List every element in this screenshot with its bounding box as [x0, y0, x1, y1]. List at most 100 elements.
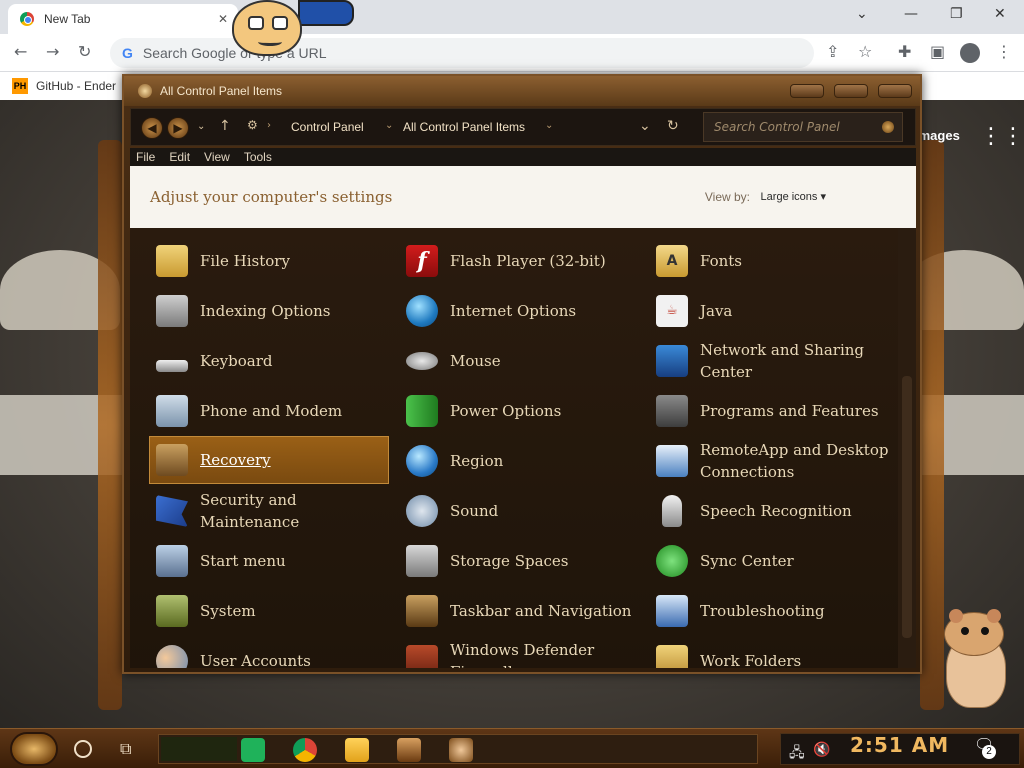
- cp-scrollbar-thumb[interactable]: [902, 376, 912, 638]
- cp-item-fonts[interactable]: A Fonts: [650, 238, 890, 284]
- sticky-notes-app-icon[interactable]: [241, 738, 265, 762]
- cp-up-arrow-icon[interactable]: ↑: [219, 118, 231, 134]
- mascot-mouth: [258, 38, 282, 46]
- mascot-eye-right: [272, 16, 288, 30]
- game-app-icon[interactable]: [397, 738, 421, 762]
- sound-icon: [406, 495, 438, 527]
- volume-muted-tray-icon[interactable]: 🔇: [813, 742, 830, 758]
- speech-recognition-icon: [662, 495, 682, 527]
- cortana-circle-icon[interactable]: [74, 740, 92, 758]
- tab-close-icon[interactable]: ✕: [218, 12, 228, 26]
- bookmark-star-icon[interactable]: ☆: [858, 42, 872, 61]
- back-arrow-icon[interactable]: ←: [14, 42, 27, 61]
- cp-item-user-accounts[interactable]: User Accounts: [150, 638, 390, 668]
- cp-scrollbar[interactable]: [898, 228, 916, 668]
- menu-view[interactable]: View: [204, 150, 230, 164]
- cp-item-windows-defender[interactable]: Windows Defender Firewall: [400, 638, 640, 668]
- forward-arrow-icon[interactable]: →: [46, 42, 59, 61]
- cp-item-file-history[interactable]: File History: [150, 238, 390, 284]
- cp-item-region[interactable]: Region: [400, 438, 640, 484]
- hamster-mascot: [940, 609, 1010, 708]
- cp-item-security-maintenance[interactable]: Security and Maintenance: [150, 488, 390, 534]
- cp-item-label: Mouse: [450, 352, 501, 370]
- taskbar-navigation-icon: [406, 595, 438, 627]
- reload-icon[interactable]: ↻: [78, 42, 91, 61]
- cp-item-taskbar-navigation[interactable]: Taskbar and Navigation: [400, 588, 640, 634]
- cp-back-icon[interactable]: ◀: [141, 117, 163, 139]
- cp-search-input[interactable]: [714, 120, 874, 134]
- cp-close-button[interactable]: [878, 84, 912, 98]
- start-button[interactable]: [10, 732, 58, 766]
- breadcrumb-all-items[interactable]: All Control Panel Items: [403, 120, 525, 134]
- breadcrumb-separator-icon[interactable]: ⌄: [385, 120, 393, 131]
- cp-item-system[interactable]: System: [150, 588, 390, 634]
- gear-frame-left: [98, 140, 122, 710]
- cp-item-keyboard[interactable]: Keyboard: [150, 338, 390, 384]
- file-explorer-app-icon[interactable]: [345, 738, 369, 762]
- cp-item-network-sharing[interactable]: Network and Sharing Center: [650, 338, 890, 384]
- breadcrumb-control-panel[interactable]: Control Panel: [291, 120, 364, 134]
- cp-search-box[interactable]: [703, 112, 903, 142]
- cp-forward-icon[interactable]: ▶: [167, 117, 189, 139]
- cp-item-remoteapp[interactable]: RemoteApp and Desktop Connections: [650, 438, 890, 484]
- browser-tab-title: New Tab: [44, 12, 91, 26]
- power-options-icon: [406, 395, 438, 427]
- cp-item-flash-player[interactable]: f Flash Player (32-bit): [400, 238, 640, 284]
- cp-item-indexing-options[interactable]: Indexing Options: [150, 288, 390, 334]
- menu-tools[interactable]: Tools: [244, 150, 272, 164]
- view-by-dropdown[interactable]: Large icons: [761, 190, 826, 203]
- taskbar-search-area[interactable]: [161, 737, 237, 761]
- address-history-chevron-icon[interactable]: ⌄: [639, 118, 651, 134]
- profile-avatar-icon[interactable]: [960, 43, 980, 63]
- restore-window-icon[interactable]: ❐: [950, 6, 963, 22]
- cp-refresh-icon[interactable]: ↻: [667, 118, 679, 134]
- cp-item-sound[interactable]: Sound: [400, 488, 640, 534]
- cp-maximize-button[interactable]: [834, 84, 868, 98]
- google-apps-grid-icon[interactable]: ⋮⋮: [980, 124, 1024, 149]
- cp-recent-dropdown-icon[interactable]: ⌄: [197, 121, 205, 132]
- cp-item-phone-modem[interactable]: Phone and Modem: [150, 388, 390, 434]
- tab-search-chevron-icon[interactable]: ⌄: [856, 6, 868, 22]
- chrome-menu-kebab-icon[interactable]: ⋮: [996, 42, 1012, 61]
- cp-items-grid: File History f Flash Player (32-bit) A F…: [130, 228, 898, 668]
- cp-item-mouse[interactable]: Mouse: [400, 338, 640, 384]
- browser-tab-new-tab[interactable]: New Tab ✕: [8, 4, 238, 34]
- bookmark-github[interactable]: GitHub - Ender: [36, 79, 116, 93]
- control-panel-titlebar[interactable]: All Control Panel Items: [124, 76, 920, 106]
- breadcrumb-separator-icon[interactable]: ⌄: [545, 120, 553, 131]
- cp-minimize-button[interactable]: [790, 84, 824, 98]
- network-sharing-icon: [656, 345, 688, 377]
- menu-file[interactable]: File: [136, 150, 155, 164]
- cp-item-java[interactable]: ☕ Java: [650, 288, 890, 334]
- cp-item-start-menu[interactable]: Start menu: [150, 538, 390, 584]
- close-window-icon[interactable]: ✕: [994, 6, 1006, 22]
- task-view-icon[interactable]: ⧉: [120, 739, 131, 759]
- cp-item-label: Sync Center: [700, 552, 794, 570]
- cp-item-work-folders[interactable]: Work Folders: [650, 638, 890, 668]
- security-maintenance-icon: [156, 495, 188, 527]
- cp-item-speech-recognition[interactable]: Speech Recognition: [650, 488, 890, 534]
- share-icon[interactable]: ⇪: [826, 42, 839, 61]
- minimize-window-icon[interactable]: —: [904, 6, 918, 22]
- chrome-app-icon[interactable]: [293, 738, 317, 762]
- menu-edit[interactable]: Edit: [169, 150, 190, 164]
- cp-search-icon[interactable]: [882, 121, 894, 133]
- omnibox[interactable]: G Search Google or type a URL: [110, 38, 814, 68]
- cp-item-storage-spaces[interactable]: Storage Spaces: [400, 538, 640, 584]
- cp-item-label: System: [200, 602, 256, 620]
- cp-item-programs-features[interactable]: Programs and Features: [650, 388, 890, 434]
- cp-item-power-options[interactable]: Power Options: [400, 388, 640, 434]
- cp-item-troubleshooting[interactable]: Troubleshooting: [650, 588, 890, 634]
- cp-item-recovery[interactable]: Recovery: [149, 436, 389, 484]
- control-panel-app-icon[interactable]: [449, 738, 473, 762]
- extensions-puzzle-icon[interactable]: ✚: [898, 42, 911, 61]
- fonts-icon: A: [656, 245, 688, 277]
- cp-item-internet-options[interactable]: Internet Options: [400, 288, 640, 334]
- cp-item-label: Start menu: [200, 552, 286, 570]
- cp-item-label: Programs and Features: [700, 402, 879, 420]
- side-panel-icon[interactable]: ▣: [930, 42, 945, 61]
- cp-menu-bar: File Edit View Tools: [130, 148, 916, 166]
- cp-item-sync-center[interactable]: Sync Center: [650, 538, 890, 584]
- network-tray-icon[interactable]: 🖧: [789, 742, 805, 766]
- taskbar-clock[interactable]: 2:51 AM: [850, 733, 949, 757]
